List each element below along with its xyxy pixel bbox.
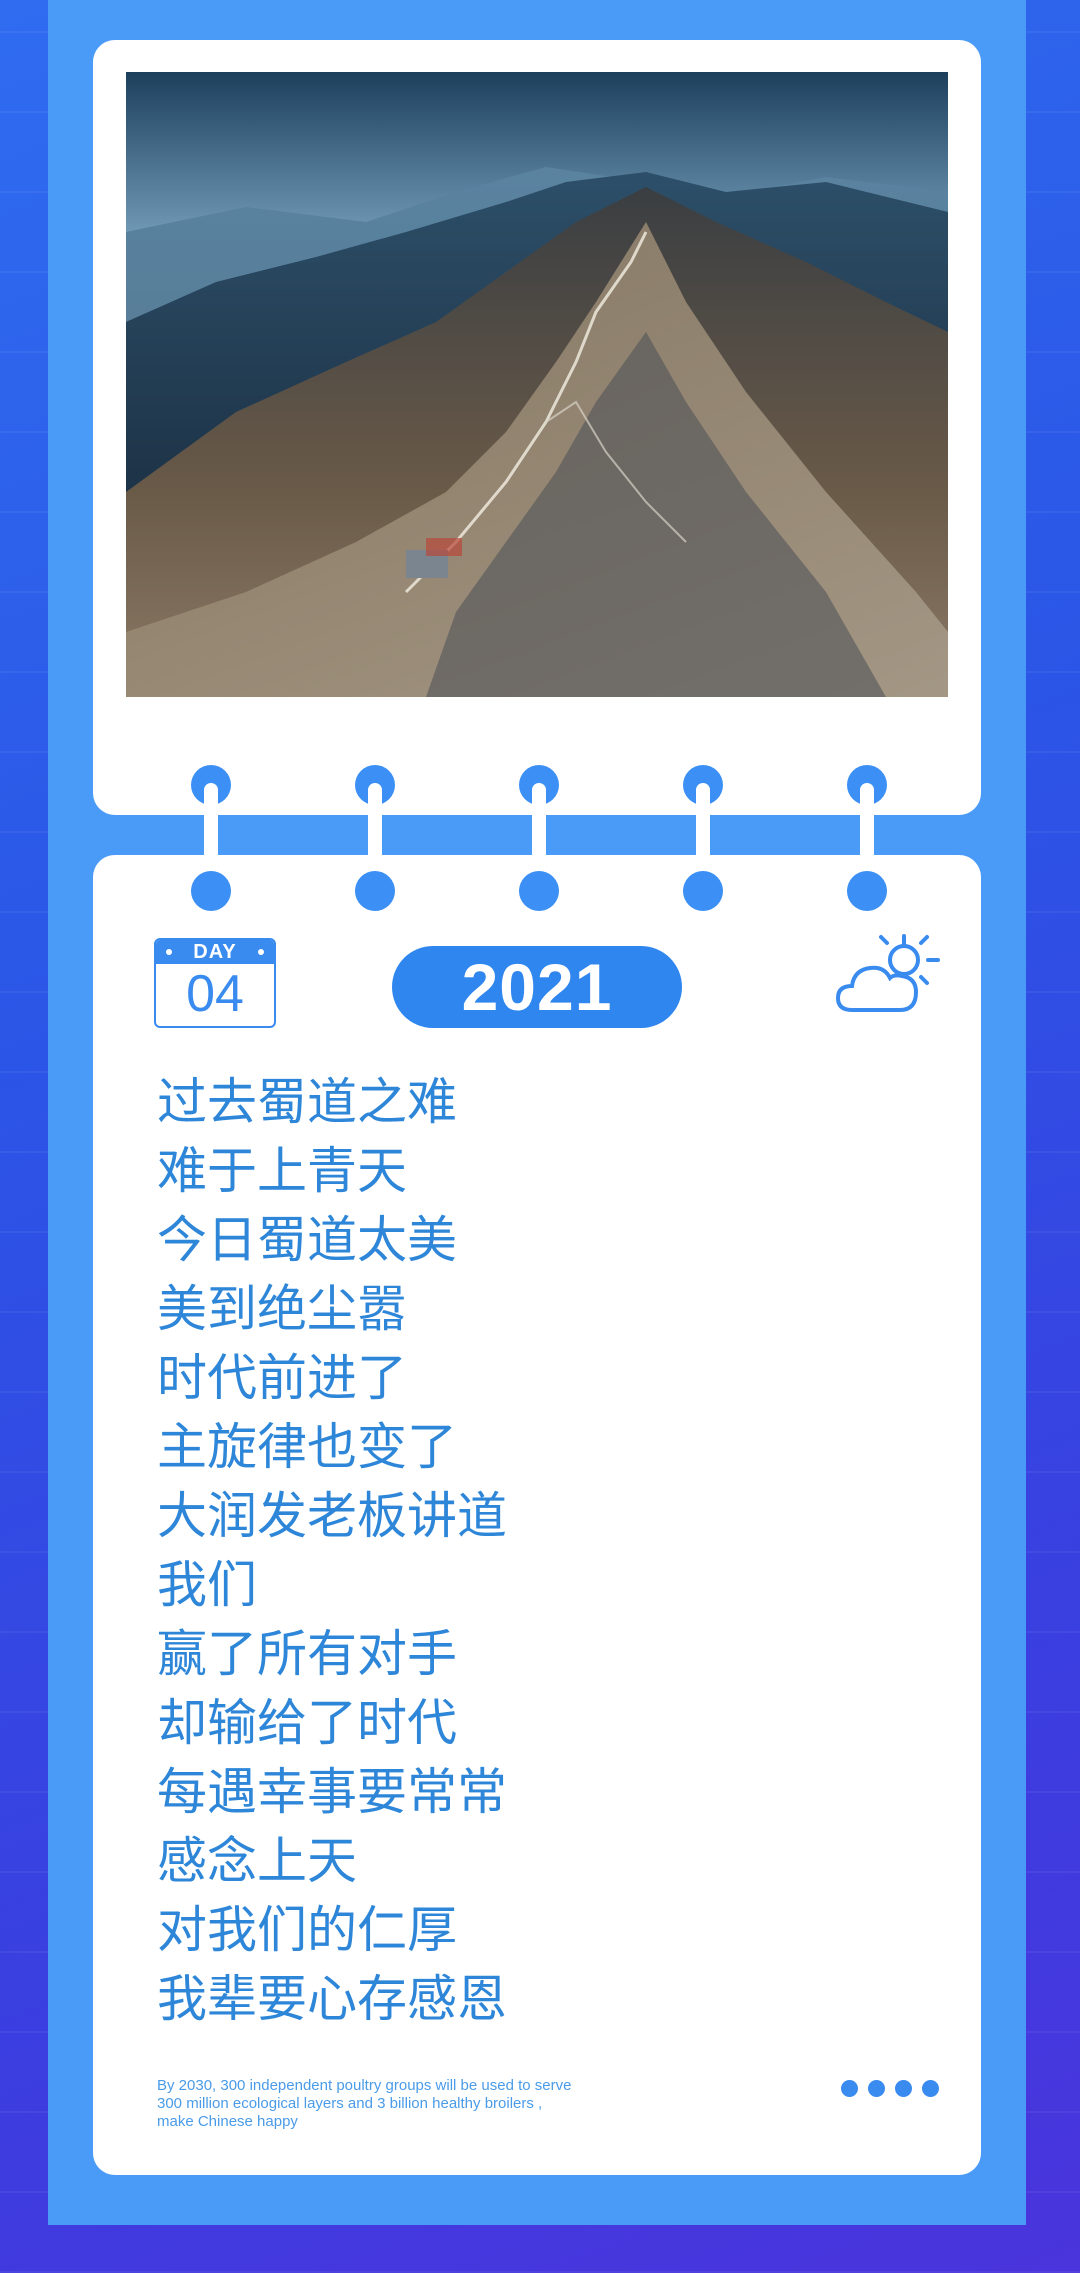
poem-line: 今日蜀道太美 [157, 1211, 457, 1269]
footer-line: make Chinese happy [157, 2113, 298, 2130]
poem-line: 主旋律也变了 [157, 1418, 457, 1476]
poem-line: 美到绝尘嚣 [157, 1280, 407, 1338]
dot [922, 2080, 939, 2097]
poem-line: 大润发老板讲道 [157, 1487, 507, 1545]
poem-line: 感念上天 [157, 1832, 357, 1890]
day-label: DAY [156, 940, 274, 964]
poem-line: 过去蜀道之难 [157, 1073, 457, 1131]
poem-line: 我们 [157, 1556, 257, 1614]
binder-ring [191, 765, 231, 911]
ring-hole-bottom [519, 871, 559, 911]
poem-line: 赢了所有对手 [157, 1625, 457, 1683]
footer-line: 300 million ecological layers and 3 bill… [157, 2095, 543, 2112]
binder-ring [847, 765, 887, 911]
sun-behind-cloud-icon [832, 930, 942, 1020]
footer-line: By 2030, 300 independent poultry groups … [157, 2077, 572, 2094]
binder-ring [683, 765, 723, 911]
poem-line: 每遇幸事要常常 [157, 1763, 507, 1821]
ring-hole-bottom [355, 871, 395, 911]
poem-line: 时代前进了 [157, 1349, 407, 1407]
badge-dot [258, 949, 264, 955]
dot [868, 2080, 885, 2097]
year-pill: 2021 [392, 946, 682, 1028]
ring-hole-bottom [683, 871, 723, 911]
dot [841, 2080, 858, 2097]
ring-hole-bottom [847, 871, 887, 911]
mountain-photo [126, 72, 948, 697]
ring-hole-bottom [191, 871, 231, 911]
decorative-dots [841, 2080, 941, 2098]
poem-text: 过去蜀道之难 难于上青天 今日蜀道太美 美到绝尘嚣 时代前进了 主旋律也变了 大… [157, 1068, 857, 2034]
poem-line: 难于上青天 [157, 1142, 407, 1200]
binder-ring [355, 765, 395, 911]
footer-note: By 2030, 300 independent poultry groups … [157, 2077, 617, 2131]
binder-ring [519, 765, 559, 911]
day-number: 04 [186, 965, 244, 1023]
poem-line: 我辈要心存感恩 [157, 1970, 507, 2028]
dot [895, 2080, 912, 2097]
poem-line: 对我们的仁厚 [157, 1901, 457, 1959]
day-badge: DAY 04 [154, 938, 276, 1028]
badge-dot [166, 949, 172, 955]
poem-line: 却输给了时代 [157, 1694, 457, 1752]
